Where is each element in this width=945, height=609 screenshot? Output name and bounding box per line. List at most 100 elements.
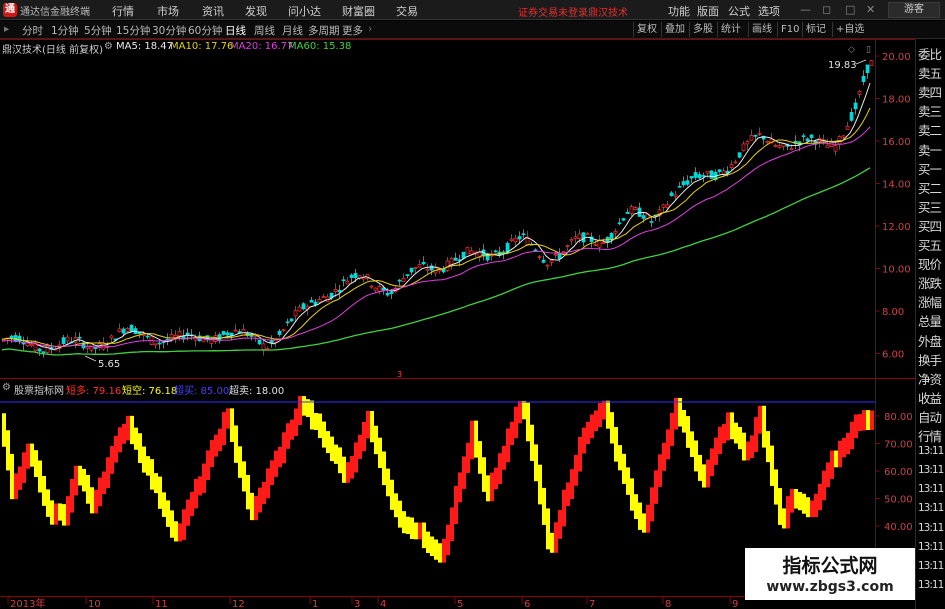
- candle-body: [137, 332, 142, 334]
- candle-body: [293, 310, 298, 317]
- side-panel-item[interactable]: 卖三: [918, 101, 942, 120]
- candle-body: [681, 181, 686, 186]
- side-panel-item[interactable]: 卖二: [918, 120, 942, 139]
- side-panel-item[interactable]: 买一: [918, 159, 942, 178]
- short-bar: [314, 412, 318, 431]
- candle-body: [333, 289, 338, 292]
- short-bar: [322, 421, 326, 448]
- candle-body: [173, 335, 178, 338]
- side-panel-item[interactable]: 13:11: [918, 464, 944, 476]
- long-bar: [598, 402, 602, 428]
- short-bar: [834, 450, 838, 468]
- side-panel-item[interactable]: 收益: [918, 388, 942, 407]
- side-panel-item[interactable]: 13:11: [918, 541, 944, 553]
- candle-body: [145, 335, 150, 338]
- long-bar: [294, 408, 298, 437]
- chart-expand-icon[interactable]: ▯: [866, 45, 871, 55]
- long-bar: [126, 415, 130, 441]
- side-panel-item[interactable]: 买三: [918, 197, 942, 216]
- side-panel-item[interactable]: 委比: [918, 44, 942, 63]
- side-panel-item[interactable]: 卖一: [918, 140, 942, 159]
- indicator-tick-label: 60.00: [884, 467, 913, 478]
- long-bar: [106, 457, 110, 488]
- long-bar: [506, 428, 510, 463]
- short-bar: [238, 446, 242, 478]
- candle-body: [745, 141, 750, 145]
- long-bar: [518, 400, 522, 424]
- price-tick-label: 8.00: [882, 307, 904, 318]
- short-bar: [630, 478, 634, 511]
- candle-body: [397, 279, 402, 282]
- short-bar: [138, 433, 142, 464]
- long-bar: [122, 423, 126, 444]
- side-panel-item[interactable]: 13:11: [918, 483, 944, 495]
- candle-body: [805, 138, 810, 142]
- short-bar: [38, 460, 42, 493]
- ma20-line: [1, 126, 871, 348]
- side-panel-item[interactable]: 现价: [918, 254, 942, 273]
- side-panel-item[interactable]: 13:11: [918, 445, 944, 457]
- side-panel-item[interactable]: 买二: [918, 178, 942, 197]
- long-bar: [194, 478, 198, 509]
- candle-body: [541, 259, 546, 263]
- side-panel-item[interactable]: 买四: [918, 216, 942, 235]
- candle-body: [389, 291, 394, 294]
- short-bar: [10, 453, 14, 500]
- candle-body: [421, 261, 426, 265]
- side-panel-item[interactable]: 13:11: [918, 502, 944, 514]
- candle-body: [857, 90, 862, 95]
- side-panel-item[interactable]: 13:11: [918, 522, 944, 534]
- candle-body: [533, 249, 538, 252]
- side-panel-item[interactable]: 外盘: [918, 331, 942, 350]
- long-bar: [186, 499, 190, 526]
- long-bar: [290, 419, 294, 440]
- side-panel-item[interactable]: 买五: [918, 235, 942, 254]
- side-panel-item[interactable]: 总量: [918, 311, 942, 330]
- side-panel-item[interactable]: 卖四: [918, 82, 942, 101]
- candle-body: [225, 332, 230, 336]
- indicator-oversold-label: 超卖: 18.00: [229, 386, 285, 397]
- candle-body: [285, 321, 290, 324]
- short-bar: [310, 400, 314, 430]
- long-bar: [826, 462, 830, 488]
- indicator-info-bar: ⚙ 股票指标网 短多: 79.16 短空: 76.18 超买: 85.00 超卖…: [0, 381, 875, 397]
- side-panel-item[interactable]: 卖五: [918, 63, 942, 82]
- side-panel-item[interactable]: 13:11: [918, 560, 944, 572]
- quote-side-panel: 委比 卖五 卖四 卖三 卖二 卖一 买一 买二 买三 买四 买五 现价 涨跌 涨幅 总量 外盘 换手 净资 收益 自动…: [915, 40, 945, 609]
- candle-body: [741, 143, 746, 151]
- high-price-label: 19.83: [828, 60, 857, 71]
- short-bar: [426, 531, 430, 554]
- short-bar: [326, 431, 330, 454]
- side-panel-item[interactable]: 换手: [918, 350, 942, 369]
- long-bar: [70, 479, 74, 513]
- candle-body: [373, 287, 378, 291]
- chart-diamond-icon[interactable]: ◇: [848, 45, 855, 55]
- short-bar: [338, 447, 342, 474]
- kline-chart[interactable]: 20.00 18.00 16.00 14.00 12.00 10.00 8.00 6.00 8…: [0, 0, 915, 609]
- long-bar: [726, 412, 730, 441]
- short-bar: [146, 456, 150, 476]
- long-bar: [814, 493, 818, 517]
- side-panel-item[interactable]: 自动: [918, 407, 942, 426]
- candle-body: [37, 348, 42, 352]
- candle-body: [9, 335, 14, 339]
- long-bar: [214, 434, 218, 457]
- candle-body: [689, 176, 694, 179]
- long-bar: [590, 414, 594, 439]
- long-bar: [594, 410, 598, 431]
- price-tick-label: 10.00: [882, 265, 911, 276]
- candle-body: [577, 233, 582, 239]
- long-bar: [226, 408, 230, 429]
- short-bar: [230, 408, 234, 442]
- short-bar: [634, 494, 638, 520]
- side-panel-item[interactable]: 涨跌: [918, 273, 942, 292]
- short-bar: [542, 487, 546, 525]
- indicator-gear-icon[interactable]: ⚙: [2, 382, 11, 393]
- candle-body: [233, 329, 238, 332]
- side-panel-item[interactable]: 涨幅: [918, 292, 942, 311]
- side-panel-item[interactable]: 净资: [918, 369, 942, 388]
- side-panel-item[interactable]: 13:11: [918, 579, 944, 591]
- side-panel-item[interactable]: 行情: [918, 426, 942, 445]
- long-bar: [466, 442, 470, 473]
- long-bar: [722, 423, 726, 444]
